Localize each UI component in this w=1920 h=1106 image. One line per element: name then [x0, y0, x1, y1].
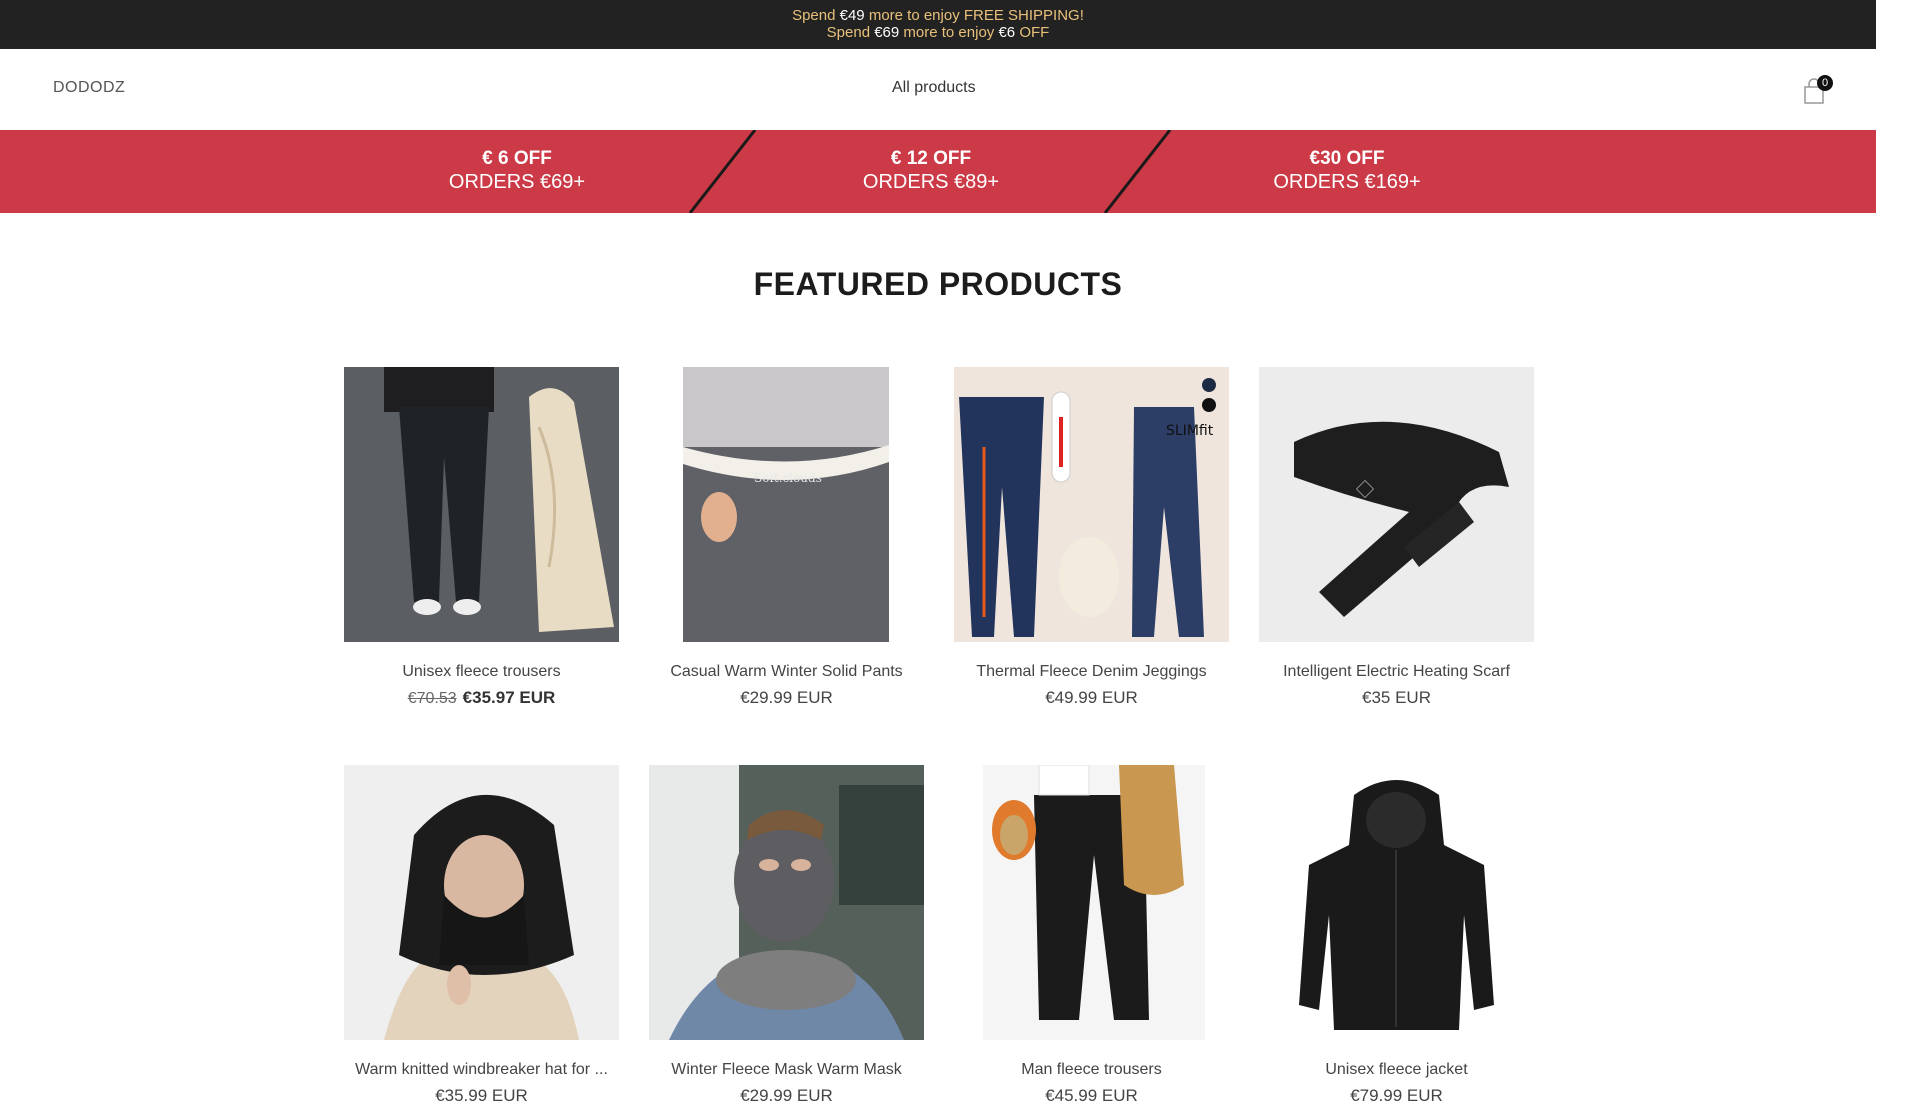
product-card[interactable]: Unisex fleece jacket €79.99 EUR — [1259, 765, 1534, 1106]
product-name[interactable]: Casual Warm Winter Solid Pants — [649, 663, 924, 681]
site-header: DODODZ All products 0 — [0, 49, 1876, 131]
product-price: €45.99 EUR — [1045, 1086, 1138, 1105]
product-image-graphic — [1259, 765, 1534, 1040]
promo-tier-discount: € 12 OFF — [890, 148, 972, 169]
cart-count-badge: 0 — [1817, 75, 1833, 91]
page: Spend €49 more to enjoy FREE SHIPPING! S… — [0, 0, 1876, 1105]
product-name[interactable]: Thermal Fleece Denim Jeggings — [954, 663, 1229, 681]
product-price: €35.99 EUR — [435, 1086, 528, 1105]
promo-tier-threshold: ORDERS €89+ — [862, 171, 1000, 193]
product-price-sale: €35.97 EUR — [462, 688, 556, 707]
svg-text:Soft.clouds: Soft.clouds — [754, 471, 822, 485]
announcement-amount: €49 — [839, 7, 865, 24]
product-image-graphic — [1259, 367, 1534, 642]
promo-tier-threshold: ORDERS €169+ — [1273, 171, 1421, 193]
promo-tier-3: €30 OFF ORDERS €169+ — [1197, 148, 1497, 194]
nav-all-products-link[interactable]: All products — [892, 79, 976, 97]
product-card[interactable]: Winter Fleece Mask Warm Mask €29.99 EUR — [649, 765, 924, 1106]
product-card[interactable]: Unisex fleece trousers €70.53 €35.97 EUR — [344, 367, 619, 708]
product-name[interactable]: Unisex fleece jacket — [1259, 1061, 1534, 1079]
product-image-graphic — [954, 765, 1229, 1040]
product-image[interactable] — [649, 765, 924, 1040]
product-price: €29.99 EUR — [740, 688, 833, 707]
promo-tier-2: € 12 OFF ORDERS €89+ — [781, 148, 1081, 194]
section-title: FEATURED PRODUCTS — [753, 266, 1123, 302]
promo-tier-discount: €30 OFF — [1309, 148, 1385, 169]
product-card[interactable]: Intelligent Electric Heating Scarf €35 E… — [1259, 367, 1534, 708]
product-image[interactable] — [344, 765, 619, 1040]
product-image[interactable] — [1259, 367, 1534, 642]
product-image-graphic — [344, 765, 619, 1040]
product-name[interactable]: Winter Fleece Mask Warm Mask — [649, 1061, 924, 1079]
announcement-line-2: Spend €69 more to enjoy €6 OFF — [0, 24, 1876, 41]
announcement-bar: Spend €49 more to enjoy FREE SHIPPING! S… — [0, 0, 1876, 49]
product-image-graphic — [344, 367, 619, 642]
product-card[interactable]: Man fleece trousers €45.99 EUR — [954, 765, 1229, 1106]
announcement-line-1: Spend €49 more to enjoy FREE SHIPPING! — [0, 7, 1876, 24]
announcement-amount: €6 — [998, 24, 1016, 41]
promo-banner: € 6 OFF ORDERS €69+ € 12 OFF ORDERS €89+… — [0, 130, 1876, 213]
announcement-amount: €69 — [874, 24, 900, 41]
announcement-text: Spend — [792, 7, 840, 24]
announcement-text: Spend — [826, 24, 875, 41]
product-image-graphic: SLIMfit — [954, 367, 1229, 642]
product-image-graphic — [649, 765, 924, 1040]
product-card[interactable]: SLIMfit Thermal Fleece Denim Jeggings €4… — [954, 367, 1229, 708]
product-price-old: €70.53 — [407, 690, 457, 707]
product-price: €29.99 EUR — [740, 1086, 833, 1105]
product-image[interactable] — [1259, 765, 1534, 1040]
announcement-text: more to enjoy FREE SHIPPING! — [864, 7, 1084, 24]
promo-tier-threshold: ORDERS €69+ — [448, 171, 586, 193]
product-card[interactable]: Soft.clouds Casual Warm Winter Solid Pan… — [649, 367, 924, 708]
product-name[interactable]: Man fleece trousers — [954, 1061, 1229, 1079]
product-image[interactable]: Soft.clouds — [649, 367, 924, 642]
announcement-text: OFF — [1015, 24, 1050, 41]
product-image-graphic: Soft.clouds — [649, 367, 924, 642]
announcement-text: more to enjoy — [899, 24, 999, 41]
product-image[interactable]: SLIMfit — [954, 367, 1229, 642]
product-name[interactable]: Unisex fleece trousers — [344, 663, 619, 681]
store-logo-link[interactable]: DODODZ — [53, 79, 125, 97]
product-name[interactable]: Intelligent Electric Heating Scarf — [1259, 663, 1534, 681]
product-image[interactable] — [954, 765, 1229, 1040]
promo-tier-1: € 6 OFF ORDERS €69+ — [367, 148, 667, 194]
promo-tier-discount: € 6 OFF — [482, 148, 552, 169]
product-card[interactable]: Warm knitted windbreaker hat for ... €35… — [344, 765, 619, 1106]
product-price: €79.99 EUR — [1350, 1086, 1443, 1105]
product-name[interactable]: Warm knitted windbreaker hat for ... — [344, 1061, 619, 1079]
product-price: €70.53 €35.97 EUR — [344, 688, 619, 708]
product-image[interactable] — [344, 367, 619, 642]
product-price: €35 EUR — [1362, 688, 1431, 707]
svg-text:SLIMfit: SLIMfit — [1166, 423, 1214, 439]
product-price: €49.99 EUR — [1045, 688, 1138, 707]
